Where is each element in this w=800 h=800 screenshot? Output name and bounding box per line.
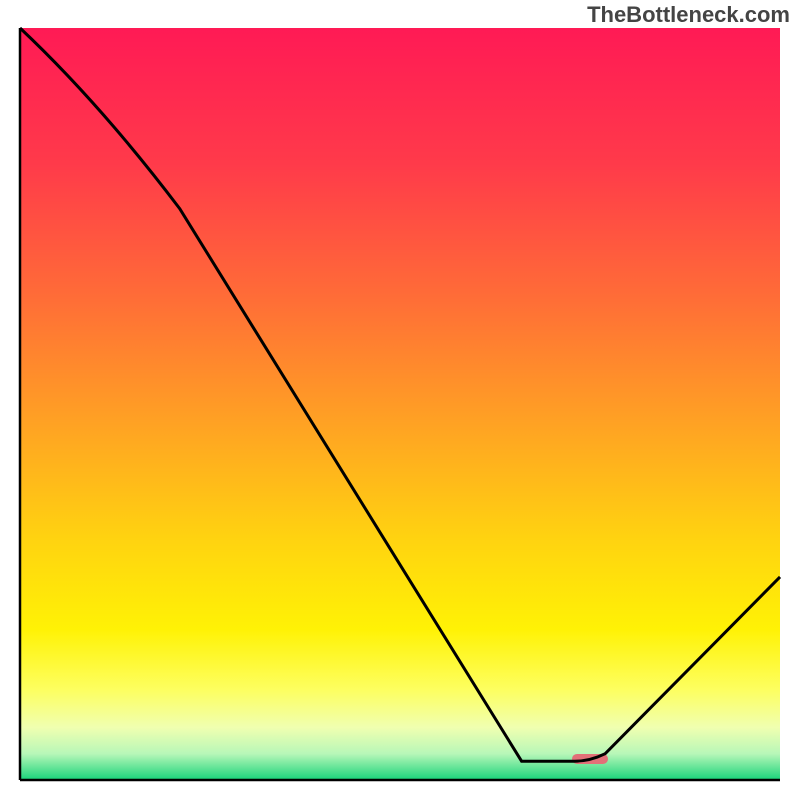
plot-background	[20, 28, 780, 780]
bottleneck-chart: TheBottleneck.com	[0, 0, 800, 800]
chart-svg	[0, 0, 800, 800]
attribution-label: TheBottleneck.com	[587, 2, 790, 28]
